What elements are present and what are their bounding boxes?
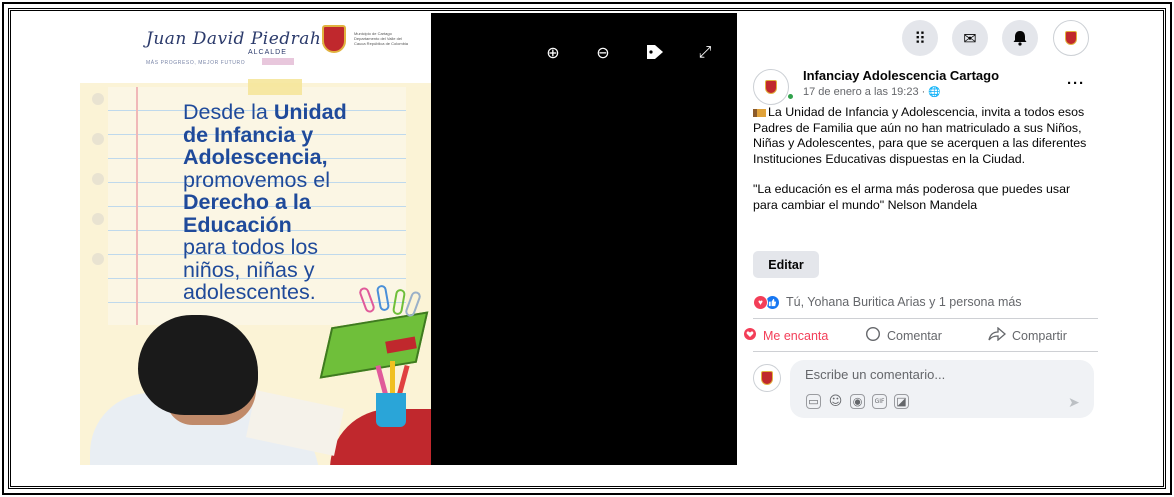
- notebook-holes: [92, 93, 104, 293]
- photo-viewer-background: ⊕ ⊖ ⤢: [431, 13, 737, 465]
- sticker-icon[interactable]: ▭: [806, 394, 821, 409]
- post-paragraph-2: "La educación es el arma más poderosa qu…: [753, 182, 1071, 212]
- post-photo[interactable]: Juan David Piedrahita ALCALDE MÁS PROGRE…: [80, 13, 431, 465]
- more-options-icon[interactable]: ···: [1067, 75, 1085, 92]
- divider-top: [753, 318, 1098, 319]
- poster-line: promovemos el: [183, 167, 413, 192]
- menu-grid-icon[interactable]: ⠿: [902, 20, 938, 56]
- poster-line: Derecho a la: [183, 191, 413, 214]
- poster-line-bold: de Infancia y: [183, 122, 314, 147]
- online-status-dot: [787, 93, 794, 100]
- pencil-cup-icon: [376, 393, 406, 427]
- send-icon[interactable]: ➤: [1068, 395, 1080, 411]
- shield-icon: [761, 371, 773, 385]
- love-button[interactable]: Me encanta: [743, 327, 865, 345]
- heart-icon: [743, 327, 757, 345]
- love-label: Me encanta: [763, 329, 829, 343]
- poster-line-text: para todos los: [183, 235, 319, 259]
- edit-button[interactable]: Editar: [753, 251, 819, 278]
- comment-composer: ▭ ☺ ◉ GIF ◪ ➤: [790, 360, 1094, 418]
- pencil-yellow-icon: [390, 361, 395, 397]
- reactions-text: Tú, Yohana Buritica Arias y 1 persona má…: [786, 295, 1022, 309]
- gif-icon[interactable]: GIF: [872, 394, 887, 409]
- poster-line-text: niños, niñas y: [183, 257, 315, 282]
- post-date[interactable]: 17 de enero a las 19:23 · 🌐: [803, 86, 941, 98]
- poster-line-bold: Derecho a la: [183, 190, 311, 214]
- divider-bottom: [753, 351, 1098, 352]
- mayor-signature: Juan David Piedrahita: [146, 29, 346, 49]
- tape-strip: [248, 79, 302, 95]
- poster-line-bold: Unidad: [273, 100, 347, 124]
- poster-line-text: adolescentes.: [183, 280, 316, 304]
- post-actions-bar: Me encanta Comentar Compartir: [743, 325, 1103, 347]
- fullscreen-icon[interactable]: ⤢: [695, 42, 715, 62]
- boy-hair: [138, 315, 258, 415]
- post-paragraph-1-text: La Unidad de Infancia y Adolescencia, in…: [753, 105, 1087, 166]
- share-arrow-icon: [988, 326, 1006, 345]
- comment-input[interactable]: [805, 367, 1065, 382]
- avatar-sticker-icon[interactable]: ◪: [894, 394, 909, 409]
- commenter-avatar[interactable]: [753, 364, 781, 392]
- pencil-emoji-icon: [753, 109, 766, 117]
- poster-line-bold: Adolescencia,: [183, 145, 328, 169]
- post-date-text: 17 de enero a las 19:23 ·: [803, 86, 929, 98]
- slogan-highlight: [262, 58, 294, 65]
- poster-line: para todos los: [183, 236, 413, 259]
- shield-icon: [1065, 31, 1077, 45]
- shield-icon: [765, 80, 777, 94]
- notebook-margin-line: [136, 87, 138, 325]
- comment-tools: ▭ ☺ ◉ GIF ◪: [806, 394, 909, 409]
- author-avatar[interactable]: [753, 69, 789, 105]
- poster-line: Educación: [183, 212, 413, 237]
- post-paragraph-1: La Unidad de Infancia y Adolescencia, in…: [753, 105, 1098, 167]
- poster-line: de Infancia y: [183, 122, 413, 147]
- notifications-bell-icon[interactable]: [1002, 20, 1038, 56]
- tag-icon[interactable]: [645, 42, 665, 62]
- share-label: Compartir: [1012, 329, 1067, 343]
- love-reaction-icon: ♥: [753, 294, 768, 310]
- zoom-out-icon[interactable]: ⊖: [593, 42, 613, 62]
- post-details-panel: ⠿ ✉ Infanciay Adolescencia Cartago 17 de…: [737, 13, 1103, 465]
- cartago-shield-logo: [322, 25, 346, 53]
- poster-line: Adolescencia,: [183, 146, 413, 169]
- emoji-icon[interactable]: ☺: [828, 394, 843, 409]
- comment-bubble-icon: [865, 326, 881, 346]
- comment-button[interactable]: Comentar: [865, 326, 988, 346]
- profile-avatar[interactable]: [1053, 20, 1089, 56]
- poster-line-text: promovemos el: [183, 167, 330, 192]
- poster-line: Desde la Unidad: [183, 101, 413, 124]
- slogan-text: MÁS PROGRESO, MEJOR FUTURO: [146, 60, 246, 66]
- poster-message: Desde la Unidad de Infancia y Adolescencia…: [183, 101, 413, 304]
- reactions-summary[interactable]: ♥ Tú, Yohana Buritica Arias y 1 persona …: [753, 294, 1022, 310]
- poster-line: niños, niñas y: [183, 257, 413, 282]
- globe-icon: 🌐: [928, 87, 941, 98]
- camera-icon[interactable]: ◉: [850, 394, 865, 409]
- comment-label: Comentar: [887, 329, 942, 343]
- zoom-in-icon[interactable]: ⊕: [543, 42, 563, 62]
- share-button[interactable]: Compartir: [988, 326, 1067, 345]
- messenger-icon[interactable]: ✉: [952, 20, 988, 56]
- post-author[interactable]: Infanciay Adolescencia Cartago: [803, 68, 999, 83]
- alcalde-label: ALCALDE: [248, 49, 287, 56]
- shield-caption: Municipio de Cartago Departamento del Va…: [354, 31, 409, 46]
- post-body: La Unidad de Infancia y Adolescencia, in…: [753, 105, 1098, 214]
- poster-line-bold: Educación: [183, 212, 292, 237]
- poster-line-text: Desde la: [183, 100, 274, 124]
